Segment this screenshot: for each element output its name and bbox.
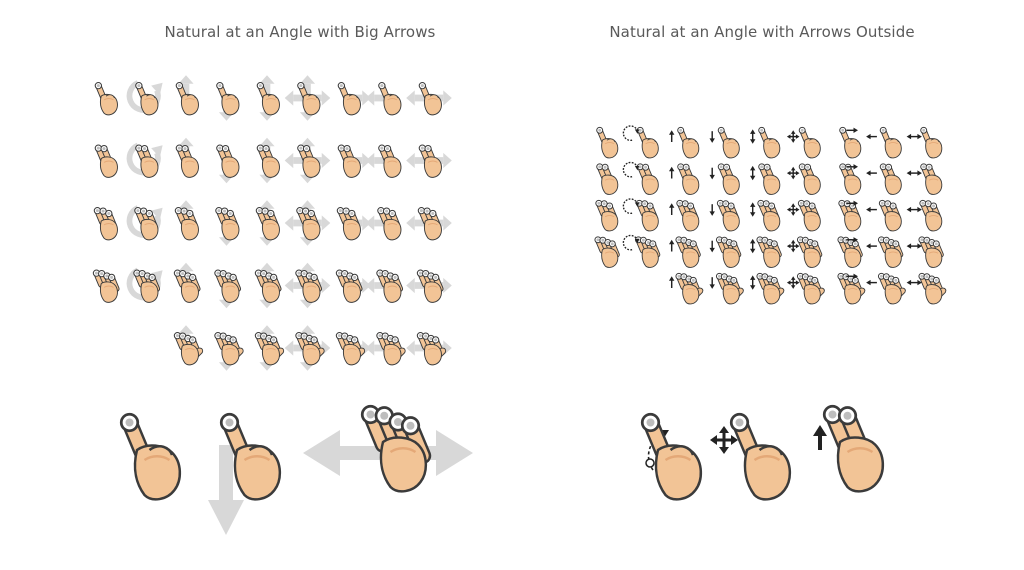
four-left-gesture-icon <box>365 269 404 303</box>
three-rotate-gesture-icon <box>126 205 163 241</box>
two-right-gesture-icon <box>839 163 862 195</box>
five-down-gesture-icon <box>214 331 244 371</box>
two-rotate-gesture-icon <box>126 142 163 178</box>
five-leftright-gesture-icon <box>406 331 452 366</box>
one-rotate-gesture-icon <box>126 80 163 116</box>
one-left-gesture-icon <box>365 81 402 116</box>
four-down-gesture-icon <box>214 269 242 309</box>
one-down-gesture-icon <box>216 81 240 121</box>
three-left-gesture-icon <box>365 206 402 241</box>
one-down-gesture-icon <box>709 126 740 159</box>
three-down-gesture-icon <box>215 206 240 246</box>
five-right-gesture-icon <box>837 272 866 305</box>
five-down-gesture-icon <box>709 272 744 305</box>
one-updown-gesture-icon <box>750 126 781 159</box>
four-rotate-gesture-icon <box>622 234 661 268</box>
large-one-down-gesture-icon <box>208 412 282 535</box>
three-cross-gesture-icon <box>786 199 821 232</box>
large-one-tap-gesture-icon <box>119 412 182 501</box>
large-one-cross-gesture-icon <box>710 412 792 501</box>
left-gesture-grid <box>92 75 452 371</box>
two-tap-gesture-icon <box>94 144 118 178</box>
four-updown-gesture-icon <box>254 262 282 309</box>
two-updown-gesture-icon <box>750 163 781 195</box>
four-cross-gesture-icon <box>284 262 331 309</box>
three-updown-gesture-icon <box>750 199 781 232</box>
five-up-gesture-icon <box>173 325 204 366</box>
two-left-gesture-icon <box>365 144 402 178</box>
one-right-gesture-icon <box>839 126 862 159</box>
two-rotate-gesture-icon <box>622 161 659 195</box>
five-cross-gesture-icon <box>284 325 331 371</box>
one-cross-gesture-icon <box>786 126 821 159</box>
three-updown-gesture-icon <box>255 200 280 246</box>
four-up-gesture-icon <box>669 236 701 268</box>
one-right-gesture-icon <box>337 81 371 116</box>
two-up-gesture-icon <box>175 137 199 178</box>
four-right-gesture-icon <box>335 269 371 303</box>
two-cross-gesture-icon <box>786 163 821 195</box>
five-updown-gesture-icon <box>254 325 285 371</box>
five-left-gesture-icon <box>365 331 406 366</box>
one-left-gesture-icon <box>866 126 902 159</box>
two-leftright-gesture-icon <box>406 144 452 178</box>
two-down-gesture-icon <box>709 163 740 195</box>
gesture-icon-sheet <box>92 75 947 535</box>
four-updown-gesture-icon <box>750 236 782 268</box>
two-right-gesture-icon <box>337 144 371 178</box>
five-up-gesture-icon <box>669 272 704 305</box>
right-gesture-grid <box>594 125 947 305</box>
four-leftright-gesture-icon <box>906 236 944 268</box>
five-cross-gesture-icon <box>786 272 825 305</box>
three-leftright-gesture-icon <box>406 206 452 241</box>
one-up-gesture-icon <box>175 75 199 116</box>
large-two-up-gesture-icon <box>813 404 885 493</box>
two-cross-gesture-icon <box>284 137 331 184</box>
three-left-gesture-icon <box>866 199 902 232</box>
two-up-gesture-icon <box>669 163 700 195</box>
five-right-gesture-icon <box>335 331 371 366</box>
large-four-leftright-gesture-icon <box>303 404 473 493</box>
one-rotate-gesture-icon <box>622 125 659 159</box>
four-leftright-gesture-icon <box>406 269 452 303</box>
one-updown-gesture-icon <box>256 75 280 121</box>
three-right-gesture-icon <box>838 199 862 232</box>
two-down-gesture-icon <box>216 144 240 184</box>
one-tap-gesture-icon <box>94 81 118 116</box>
four-tap-gesture-icon <box>92 269 120 303</box>
large-one-rotate-gesture-icon <box>640 412 703 501</box>
one-cross-gesture-icon <box>284 75 331 121</box>
two-leftright-gesture-icon <box>906 163 943 195</box>
five-leftright-gesture-icon <box>906 272 947 305</box>
three-cross-gesture-icon <box>284 200 331 246</box>
large-examples-arrows-outside <box>640 404 885 501</box>
one-leftright-gesture-icon <box>406 81 452 116</box>
three-up-gesture-icon <box>669 199 700 232</box>
four-down-gesture-icon <box>709 236 742 268</box>
large-examples-big-arrows <box>119 404 473 535</box>
three-tap-gesture-icon <box>595 199 619 232</box>
three-rotate-gesture-icon <box>622 198 659 232</box>
three-up-gesture-icon <box>174 200 199 241</box>
two-tap-gesture-icon <box>596 163 619 195</box>
one-leftright-gesture-icon <box>906 126 943 159</box>
five-left-gesture-icon <box>866 272 906 305</box>
five-updown-gesture-icon <box>750 272 785 305</box>
four-rotate-gesture-icon <box>126 267 163 303</box>
two-updown-gesture-icon <box>256 137 280 184</box>
four-up-gesture-icon <box>173 262 201 303</box>
four-left-gesture-icon <box>866 236 904 268</box>
four-tap-gesture-icon <box>594 236 620 268</box>
four-right-gesture-icon <box>837 236 863 268</box>
three-tap-gesture-icon <box>93 206 118 241</box>
three-down-gesture-icon <box>709 199 740 232</box>
one-up-gesture-icon <box>669 126 700 159</box>
four-cross-gesture-icon <box>786 236 823 268</box>
three-right-gesture-icon <box>336 206 371 241</box>
one-tap-gesture-icon <box>596 126 619 159</box>
two-left-gesture-icon <box>866 163 902 195</box>
three-leftright-gesture-icon <box>906 199 943 232</box>
